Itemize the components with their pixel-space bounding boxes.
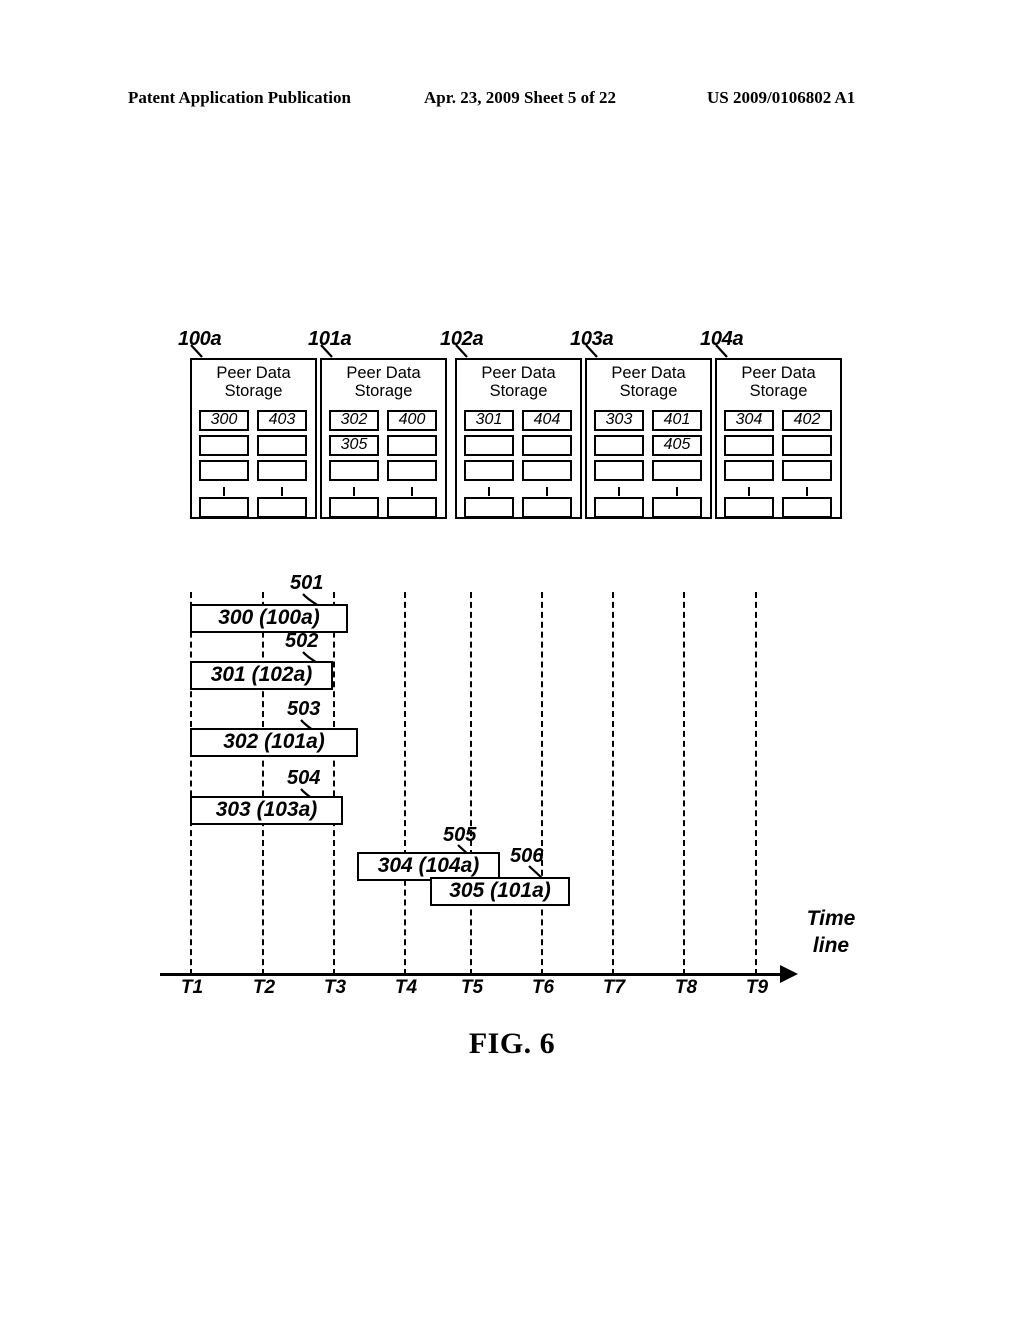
tick-label-t4: T4 — [394, 977, 418, 998]
timeline-chart: 501 300 (100a) 502 301 (102a) 503 302 (1… — [0, 0, 1024, 1320]
tick-label-t7: T7 — [602, 977, 626, 998]
gridline-t5 — [470, 592, 472, 975]
tick-label-t8: T8 — [674, 977, 698, 998]
gridline-t8 — [683, 592, 685, 975]
gridline-t7 — [612, 592, 614, 975]
tick-label-t2: T2 — [252, 977, 276, 998]
time-axis-line — [160, 973, 782, 976]
tick-label-t5: T5 — [460, 977, 484, 998]
time-axis-arrow-icon — [780, 965, 798, 983]
gridline-t9 — [755, 592, 757, 975]
tick-label-t9: T9 — [745, 977, 769, 998]
time-axis-label-line2: line — [812, 934, 850, 957]
gridline-t6 — [541, 592, 543, 975]
gantt-bar-501[interactable]: 300 (100a) — [190, 604, 348, 633]
tick-label-t3: T3 — [323, 977, 347, 998]
time-axis-label: Time line — [781, 905, 881, 959]
gantt-bar-504[interactable]: 303 (103a) — [190, 796, 343, 825]
gridline-t4 — [404, 592, 406, 975]
gridline-t2 — [262, 592, 264, 975]
gantt-bar-503[interactable]: 302 (101a) — [190, 728, 358, 757]
gridline-t1 — [190, 592, 192, 975]
tick-label-t1: T1 — [180, 977, 204, 998]
figure-caption: FIG. 6 — [468, 1027, 556, 1060]
gantt-bar-506[interactable]: 305 (101a) — [430, 877, 570, 906]
gantt-bar-502[interactable]: 301 (102a) — [190, 661, 333, 690]
tick-label-t6: T6 — [531, 977, 555, 998]
time-axis-label-line1: Time — [806, 907, 856, 930]
